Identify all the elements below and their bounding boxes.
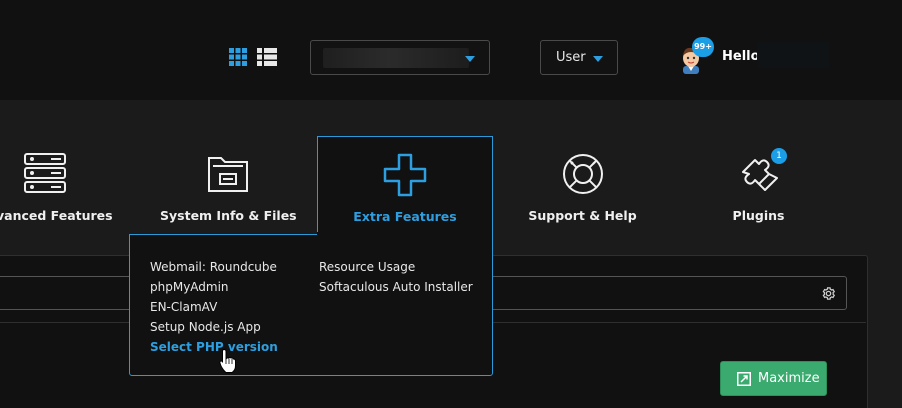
nav-label: System Info & Files bbox=[160, 208, 297, 223]
plus-icon bbox=[383, 153, 427, 197]
dropdown-column-2: Resource Usage Softaculous Auto Installe… bbox=[319, 259, 473, 295]
nav-label: Support & Help bbox=[528, 208, 637, 223]
menu-item-phpmyadmin[interactable]: phpMyAdmin bbox=[150, 279, 278, 295]
nav-item-support-help[interactable]: Support & Help bbox=[515, 136, 650, 234]
gear-icon[interactable] bbox=[821, 286, 836, 301]
server-stack-icon bbox=[24, 153, 66, 193]
menu-item-resource-usage[interactable]: Resource Usage bbox=[319, 259, 473, 275]
nav-item-system-info-files[interactable]: System Info & Files bbox=[160, 136, 297, 234]
user-level-select[interactable]: User bbox=[540, 40, 618, 75]
menu-item-webmail-roundcube[interactable]: Webmail: Roundcube bbox=[150, 259, 278, 275]
domain-select[interactable] bbox=[310, 40, 490, 75]
chevron-down-icon bbox=[465, 56, 475, 62]
extra-features-dropdown: Webmail: Roundcube phpMyAdmin EN-ClamAV … bbox=[129, 234, 493, 376]
menu-item-setup-nodejs-app[interactable]: Setup Node.js App bbox=[150, 319, 278, 335]
nav-item-advanced-features[interactable]: Advanced Features bbox=[0, 136, 115, 234]
nav-item-plugins[interactable]: Plugins bbox=[691, 136, 826, 234]
folder-icon bbox=[207, 157, 248, 192]
lifebuoy-icon bbox=[562, 154, 603, 194]
chevron-down-icon bbox=[593, 56, 603, 62]
maximize-label: Maximize bbox=[758, 371, 820, 386]
nav-label: Plugins bbox=[732, 208, 785, 223]
grid-view-icon[interactable] bbox=[229, 48, 247, 66]
user-select-label: User bbox=[556, 50, 586, 65]
plugins-badge: 1 bbox=[771, 148, 787, 164]
nav-item-extra-features[interactable]: Extra Features bbox=[317, 136, 493, 234]
nav-label: Advanced Features bbox=[0, 208, 113, 223]
dropdown-column-1: Webmail: Roundcube phpMyAdmin EN-ClamAV … bbox=[150, 259, 278, 355]
top-bar: User 99+ Hello, bbox=[0, 0, 902, 100]
notification-badge[interactable]: 99+ bbox=[692, 37, 714, 57]
redacted-username bbox=[757, 42, 829, 68]
redacted-domain bbox=[323, 48, 469, 68]
nav-label: Extra Features bbox=[353, 209, 457, 224]
menu-item-select-php-version[interactable]: Select PHP version bbox=[150, 339, 278, 355]
list-view-icon[interactable] bbox=[257, 48, 277, 66]
maximize-button[interactable]: Maximize bbox=[720, 361, 827, 396]
menu-item-softaculous[interactable]: Softaculous Auto Installer bbox=[319, 279, 473, 295]
hand-cursor-icon bbox=[219, 348, 236, 373]
view-toggle bbox=[229, 48, 277, 66]
menu-item-en-clamav[interactable]: EN-ClamAV bbox=[150, 299, 278, 315]
dropdown-connector bbox=[317, 232, 492, 235]
maximize-icon bbox=[737, 372, 751, 386]
